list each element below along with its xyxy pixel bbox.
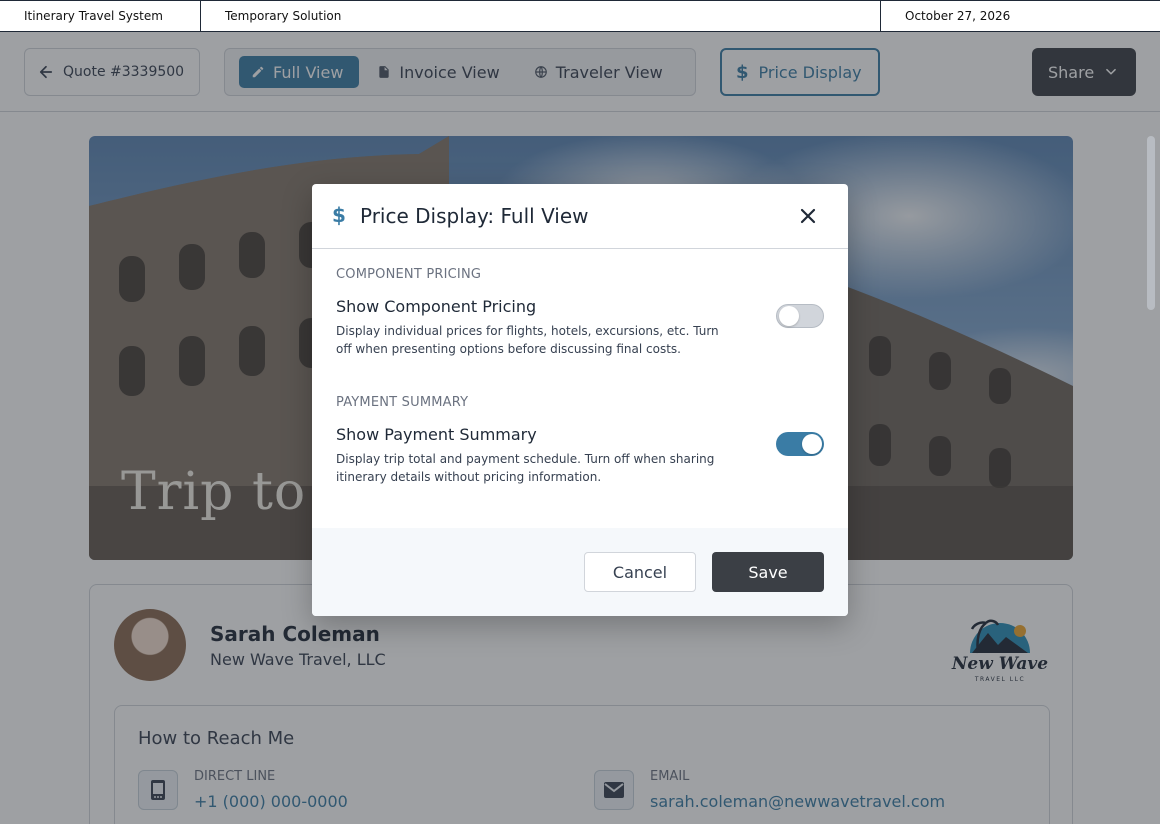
save-button[interactable]: Save [712,552,824,592]
component-pricing-toggle[interactable] [776,304,824,328]
section-heading-component-pricing: COMPONENT PRICING [336,267,482,282]
modal-title: Price Display: Full View [360,204,589,228]
payment-summary-description: Display trip total and payment schedule.… [336,452,715,484]
app-name: Itinerary Travel System [0,1,201,31]
toggle-knob [779,306,799,326]
current-date: October 27, 2026 [905,9,1011,23]
modal-header: $ Price Display: Full View [312,184,848,249]
payment-summary-title: Show Payment Summary [336,425,537,444]
environment-label: Temporary Solution [201,1,881,31]
dollar-icon: $ [332,203,346,227]
component-pricing-description: Display individual prices for flights, h… [336,324,719,356]
modal-footer: Cancel Save [312,528,848,616]
close-icon [800,208,816,224]
price-display-modal: $ Price Display: Full View COMPONENT PRI… [312,184,848,616]
cancel-button[interactable]: Cancel [584,552,696,592]
top-info-bar: Itinerary Travel System Temporary Soluti… [0,0,1160,32]
section-heading-payment-summary: PAYMENT SUMMARY [336,395,469,410]
close-button[interactable] [796,204,820,228]
component-pricing-title: Show Component Pricing [336,297,537,316]
toggle-knob [802,434,822,454]
scrollbar-thumb[interactable] [1147,136,1155,310]
payment-summary-toggle[interactable] [776,432,824,456]
